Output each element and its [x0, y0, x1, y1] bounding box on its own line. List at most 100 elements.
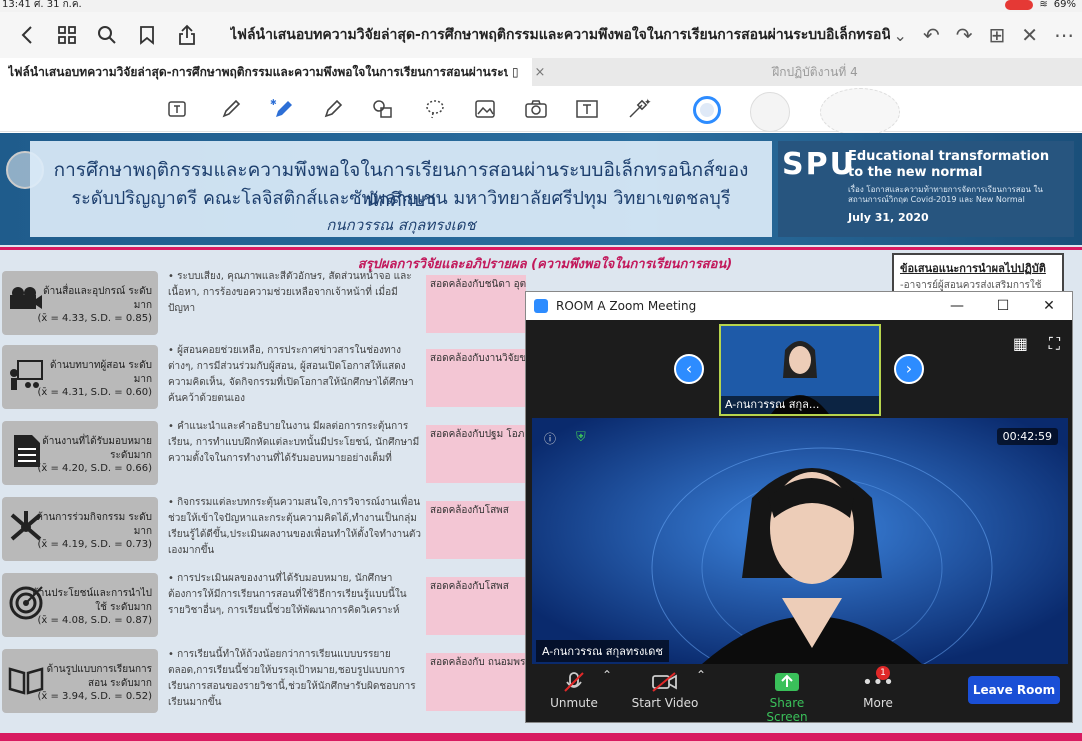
main-video: ⓘ ⛨ 00:42:59 A-กนกวรรณ สกุลทรงเดช: [532, 418, 1068, 664]
more-dots-icon: ••• 1: [862, 666, 894, 693]
leave-room-button[interactable]: Leave Room: [968, 676, 1060, 704]
bookmark-icon[interactable]: [134, 22, 160, 48]
security-shield-icon[interactable]: ⛨: [576, 430, 586, 445]
finding-description: • คำแนะนำและคำอธิบายในงาน มีผลต่อการกระต…: [168, 421, 420, 464]
finding-reference: สอดคล้องกับ ถนอมพร: [426, 653, 526, 711]
start-video-button[interactable]: Start Video: [630, 668, 700, 710]
finding-description: • ระบบเสียง, คุณภาพและสีตัวอักษร, สัดส่ว…: [168, 271, 412, 314]
more-button[interactable]: ••• 1 More: [860, 666, 896, 710]
laser-pointer-icon[interactable]: ✦: [626, 96, 652, 122]
finding-row: ด้านการร่วมกิจกรรม ระดับมาก (x̄ = 4.19, …: [0, 495, 526, 565]
speaker-video: [532, 418, 1068, 664]
next-page-button[interactable]: ›: [894, 354, 924, 384]
svg-text:✱: ✱: [270, 98, 277, 107]
zoom-window: ROOM A Zoom Meeting — ☐ ✕ ‹ › ▦ ⛶ A-กนกว…: [525, 291, 1073, 724]
finding-stats: (x̄ = 4.20, S.D. = 0.66): [37, 463, 153, 474]
redo-icon[interactable]: ↷: [956, 23, 973, 47]
share-icon[interactable]: [174, 22, 200, 48]
maximize-icon[interactable]: ☐: [980, 292, 1026, 320]
unmute-label: Unmute: [550, 696, 598, 710]
more-badge: 1: [876, 666, 890, 680]
drawing-toolbar: ✱ ✦: [0, 86, 1082, 136]
tab-document-label: ไฟล์นำเสนอบทความวิจัยล่าสุด-การศึกษาพฤติ…: [8, 64, 508, 79]
audio-options-caret-icon[interactable]: ⌃: [600, 668, 614, 682]
search-icon[interactable]: [94, 22, 120, 48]
more-icon[interactable]: ⋯: [1054, 23, 1074, 47]
add-page-icon[interactable]: ⊞: [988, 23, 1005, 47]
camera-icon[interactable]: [523, 96, 549, 122]
finding-reference: สอดคล้องกับงานวิจัยของ: [426, 349, 526, 407]
back-chevron-icon[interactable]: [14, 22, 40, 48]
minimize-icon[interactable]: —: [934, 292, 980, 320]
split-view-icon[interactable]: ▯: [512, 65, 519, 79]
participant-thumbnail[interactable]: A-กนกวรรณ สกุล...: [719, 324, 881, 416]
status-bar: 13:41 ศ. 31 ก.ค. ≋ 69%: [0, 0, 1082, 12]
title-chevron-down-icon[interactable]: ⌄: [894, 26, 907, 45]
header-divider: [0, 247, 1082, 250]
color-swatch-light[interactable]: [750, 92, 790, 132]
finding-stats: (x̄ = 3.94, S.D. = 0.52): [37, 691, 153, 702]
finding-label-box: ด้านบทบาทผู้สอน ระดับมาก (x̄ = 4.31, S.D…: [2, 345, 158, 409]
text-box-icon[interactable]: [574, 96, 600, 122]
marker-icon[interactable]: [320, 96, 346, 122]
zoom-control-bar: Unmute ⌃ Start Video ⌃ Share Screen ••• 1…: [526, 664, 1072, 724]
start-video-label: Start Video: [631, 696, 699, 710]
tab-bar: ไฟล์นำเสนอบทความวิจัยล่าสุด-การศึกษาพฤติ…: [0, 58, 1082, 86]
fullscreen-icon[interactable]: ⛶: [1049, 334, 1060, 354]
battery-level: 69%: [1053, 0, 1076, 10]
finding-label-box: ด้านงานที่ได้รับมอบหมาย ระดับมาก (x̄ = 4…: [2, 421, 158, 485]
slide-author: กนกวรรณ สกุลทรงเดช: [326, 216, 476, 234]
tab-document[interactable]: ไฟล์นำเสนอบทความวิจัยล่าสุด-การศึกษาพฤติ…: [0, 58, 533, 86]
finding-label-box: ด้านสื่อและอุปกรณ์ ระดับมาก (x̄ = 4.33, …: [2, 271, 158, 335]
close-icon[interactable]: ✕: [1021, 23, 1038, 47]
finding-description: • การประเมินผลของงานที่ได้รับมอบหมาย, นั…: [168, 573, 407, 616]
status-time: 13:41: [2, 0, 31, 10]
more-label: More: [863, 696, 893, 710]
finding-reference: สอดคล้องกับโสพส: [426, 501, 526, 559]
finding-label: ด้านรูปแบบการเรียนการสอน ระดับมาก: [46, 664, 152, 689]
wifi-icon: ≋: [1039, 0, 1048, 10]
meeting-timer: 00:42:59: [996, 428, 1058, 445]
zoom-logo-icon: [534, 299, 548, 313]
finding-description: • ผู้สอนคอยช่วยเหลือ, การประกาศข่าวสารใน…: [168, 345, 414, 404]
document-title: ไฟล์นำเสนอบทความวิจัยล่าสุด-การศึกษาพฤติ…: [230, 27, 890, 43]
video-options-caret-icon[interactable]: ⌃: [694, 668, 708, 682]
finding-row: ด้านสื่อและอุปกรณ์ ระดับมาก (x̄ = 4.33, …: [0, 269, 526, 339]
finding-row: ด้านงานที่ได้รับมอบหมาย ระดับมาก (x̄ = 4…: [0, 419, 526, 489]
finding-description: • การเรียนนี้ทำให้ถ้วงน้อยกว่าการเรียนแบ…: [168, 649, 416, 708]
spu-subtitle: เรื่อง โอกาสและความท้าทายการจัดการเรียนก…: [848, 185, 1043, 204]
grid-icon[interactable]: [54, 22, 80, 48]
zoom-window-title: ROOM A Zoom Meeting: [556, 299, 697, 313]
prev-page-button[interactable]: ‹: [674, 354, 704, 384]
finding-reference: สอดคล้องกับโสพส: [426, 577, 526, 635]
text-select-icon[interactable]: [164, 96, 190, 122]
undo-icon[interactable]: ↶: [923, 23, 940, 47]
tab-practice-label: ฝึกปฏิบัติงานที่ 4: [772, 64, 858, 79]
share-screen-button[interactable]: Share Screen: [748, 668, 826, 724]
finding-label: ด้านประโยชน์และการนำไปใช้ ระดับมาก: [32, 588, 152, 613]
video-off-icon: [630, 668, 700, 696]
slide-header: การศึกษาพฤติกรรมและความพึงพอใจในการเรียน…: [0, 133, 1082, 245]
finding-label: ด้านสื่อและอุปกรณ์ ระดับมาก: [43, 286, 152, 311]
tab-practice[interactable]: ฝึกปฏิบัติงานที่ 4: [548, 58, 1082, 86]
tab-close-icon[interactable]: ×: [532, 58, 548, 86]
spu-date: July 31, 2020: [848, 211, 929, 224]
participant-thumbnail-name: A-กนกวรรณ สกุล...: [721, 396, 879, 414]
color-swatch-blue[interactable]: [693, 96, 721, 124]
pen-icon[interactable]: [218, 96, 244, 122]
unmute-button[interactable]: Unmute: [546, 668, 602, 710]
color-swatch-size[interactable]: [820, 88, 900, 136]
highlighter-icon[interactable]: ✱: [270, 96, 296, 122]
info-icon[interactable]: ⓘ: [544, 430, 556, 447]
finding-stats: (x̄ = 4.08, S.D. = 0.87): [37, 615, 153, 626]
zoom-titlebar: ROOM A Zoom Meeting — ☐ ✕: [526, 292, 1072, 320]
finding-label: ด้านการร่วมกิจกรรม ระดับมาก: [36, 512, 152, 537]
share-screen-icon: [748, 668, 826, 696]
shapes-icon[interactable]: [370, 96, 396, 122]
lasso-icon[interactable]: [422, 96, 448, 122]
window-close-icon[interactable]: ✕: [1026, 292, 1072, 320]
footer-divider: [0, 733, 1082, 741]
gallery-view-icon[interactable]: ▦: [1013, 334, 1028, 353]
image-icon[interactable]: [472, 96, 498, 122]
spu-tagline: Educational transformation to the new no…: [848, 149, 1050, 180]
